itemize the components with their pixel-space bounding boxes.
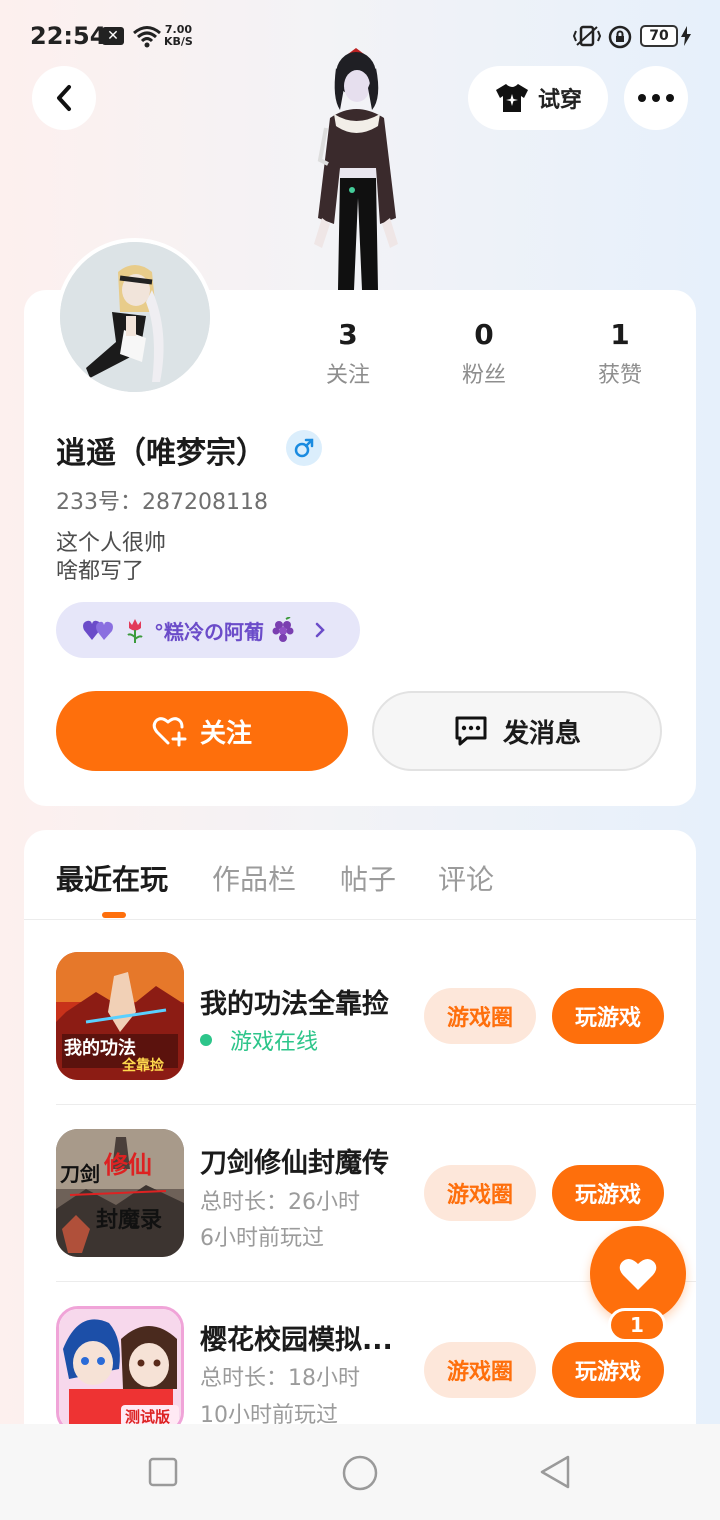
fans-count: 0 <box>474 318 494 351</box>
likes-count: 1 <box>610 318 630 351</box>
chevron-right-icon <box>315 622 325 638</box>
tab-posts[interactable]: 帖子 <box>340 858 396 898</box>
x-icon: ✕ <box>102 27 124 45</box>
following-label: 关注 <box>325 363 370 388</box>
stat-fans[interactable]: 0 粉丝 <box>434 318 534 389</box>
follow-label: 关注 <box>199 718 252 749</box>
play-game-button-2[interactable]: 玩游戏 <box>552 1165 664 1221</box>
status-time: 22:54 <box>30 22 107 50</box>
game-icon-1[interactable]: 我的功法 全靠捡 <box>56 952 184 1080</box>
tab-works[interactable]: 作品栏 <box>212 858 296 898</box>
tab-recently-played[interactable]: 最近在玩 <box>56 858 168 898</box>
shirt-icon <box>495 84 528 112</box>
like-count-badge: 1 <box>608 1308 666 1342</box>
heart-plus-icon <box>152 717 187 747</box>
send-message-button[interactable]: 发消息 <box>372 691 662 771</box>
try-on-button[interactable]: 试穿 <box>468 66 608 130</box>
message-icon <box>455 716 487 746</box>
likes-label: 获赞 <box>597 363 642 388</box>
recent-apps-icon[interactable] <box>148 1457 178 1487</box>
try-on-label: 试穿 <box>537 88 582 113</box>
more-button[interactable] <box>624 66 688 130</box>
follow-button[interactable]: 关注 <box>56 691 348 771</box>
rotation-lock-icon <box>608 25 632 49</box>
stat-following[interactable]: 3 关注 <box>298 318 398 389</box>
play-game-button-3[interactable]: 玩游戏 <box>552 1342 664 1398</box>
double-heart-icon <box>83 620 113 640</box>
game-circle-button-3[interactable]: 游戏圈 <box>424 1342 536 1398</box>
game-name-2: 刀剑修仙封魔传 <box>200 1148 389 1179</box>
stat-likes[interactable]: 1 获赞 <box>570 318 670 389</box>
system-nav-bar <box>0 1424 720 1520</box>
game-last-played-2: 6小时前玩过 <box>200 1226 324 1251</box>
more-dots-icon <box>638 94 674 102</box>
svg-text:刀剑: 刀剑 <box>60 1162 100 1186</box>
heart-icon <box>619 1258 657 1290</box>
chevron-left-icon <box>57 85 71 111</box>
battery-indicator: 70 <box>640 25 678 47</box>
avatar-character <box>314 48 398 290</box>
net-speed: 7.00 KB/S <box>164 23 193 48</box>
play-game-button-1[interactable]: 玩游戏 <box>552 988 664 1044</box>
relationship-badge[interactable]: °糕冷の阿葡 <box>56 602 360 658</box>
tab-divider <box>24 919 696 920</box>
game-circle-button-1[interactable]: 游戏圈 <box>424 988 536 1044</box>
charging-icon <box>681 26 691 46</box>
game-name-1: 我的功法全靠捡 <box>200 989 389 1020</box>
user-bio: 这个人很帅 啥都写了 <box>56 531 167 584</box>
avatar-image <box>60 242 210 392</box>
game-duration-3: 总时长：18小时 <box>200 1366 360 1391</box>
vibrate-icon <box>572 25 602 47</box>
male-icon <box>286 430 322 466</box>
badge-name: °糕冷の阿葡 <box>154 619 264 644</box>
wifi-icon <box>133 26 161 48</box>
back-nav-icon[interactable] <box>538 1454 574 1490</box>
game-name-3: 樱花校园模拟... <box>200 1325 392 1356</box>
tulip-icon <box>127 619 143 643</box>
game-status-online: 游戏在线 <box>200 1024 318 1056</box>
online-dot-icon <box>200 1034 212 1046</box>
tab-indicator <box>102 912 126 918</box>
grapes-icon <box>272 617 294 642</box>
svg-text:我的功法: 我的功法 <box>64 1037 136 1059</box>
svg-text:修仙: 修仙 <box>103 1151 152 1179</box>
send-message-label: 发消息 <box>502 718 581 749</box>
svg-text:全靠捡: 全靠捡 <box>121 1057 164 1074</box>
tab-comments[interactable]: 评论 <box>438 858 494 898</box>
back-button[interactable] <box>32 66 96 130</box>
row-divider <box>56 1104 696 1105</box>
game-icon-2[interactable]: 刀剑 修仙 封魔录 <box>56 1129 184 1257</box>
svg-text:封魔录: 封魔录 <box>96 1207 162 1233</box>
home-icon[interactable] <box>341 1454 379 1492</box>
game-duration-2: 总时长：26小时 <box>200 1190 360 1215</box>
user-id: 233号：287208118 <box>56 490 268 515</box>
profile-avatar[interactable] <box>56 238 214 396</box>
following-count: 3 <box>338 318 358 351</box>
game-icon-3[interactable]: 测试版 <box>56 1306 184 1434</box>
game-circle-button-2[interactable]: 游戏圈 <box>424 1165 536 1221</box>
username: 逍遥（唯梦宗） <box>56 436 266 471</box>
fans-label: 粉丝 <box>461 363 506 388</box>
